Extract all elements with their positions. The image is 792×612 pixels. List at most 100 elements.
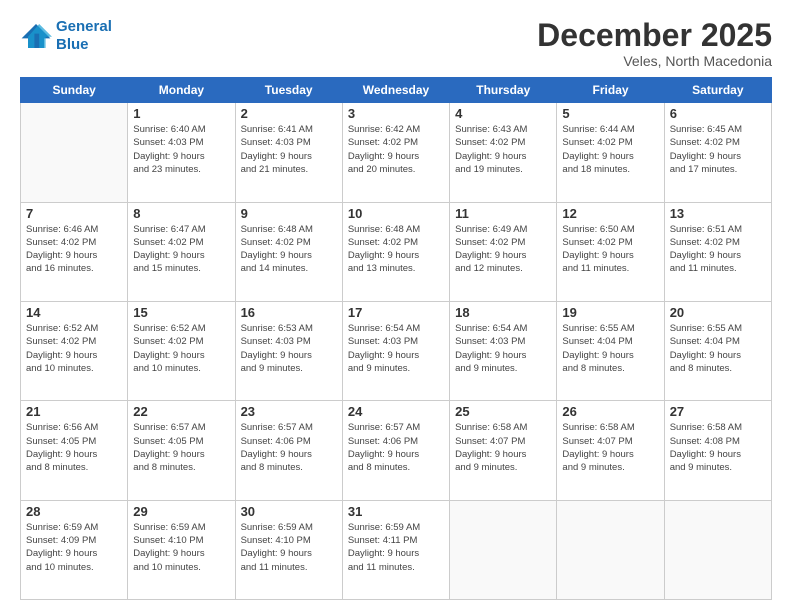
day-info: Sunrise: 6:55 AMSunset: 4:04 PMDaylight:…	[562, 322, 658, 375]
day-number: 21	[26, 404, 122, 419]
day-number: 19	[562, 305, 658, 320]
day-number: 25	[455, 404, 551, 419]
day-number: 31	[348, 504, 444, 519]
calendar-cell: 16Sunrise: 6:53 AMSunset: 4:03 PMDayligh…	[235, 301, 342, 400]
logo-line2: Blue	[56, 36, 89, 53]
day-number: 12	[562, 206, 658, 221]
calendar-day-header: Monday	[128, 78, 235, 103]
day-number: 28	[26, 504, 122, 519]
day-number: 13	[670, 206, 766, 221]
calendar-cell: 15Sunrise: 6:52 AMSunset: 4:02 PMDayligh…	[128, 301, 235, 400]
calendar-cell: 20 Sunrise: 6:55 AMSunset: 4:04 PMDayligh…	[664, 301, 771, 400]
calendar-header-row: SundayMondayTuesdayWednesdayThursdayFrid…	[21, 78, 772, 103]
calendar-cell: 10 Sunrise: 6:48 AMSunset: 4:02 PMDayligh…	[342, 202, 449, 301]
title-block: December 2025 Veles, North Macedonia	[537, 18, 772, 69]
logo-line1: General	[56, 18, 112, 35]
day-info: Sunrise: 6:48 AMSunset: 4:02 PMDaylight:…	[241, 223, 337, 276]
day-number: 23	[241, 404, 337, 419]
calendar-day-header: Thursday	[450, 78, 557, 103]
calendar-cell: 1Sunrise: 6:40 AMSunset: 4:03 PMDaylight…	[128, 103, 235, 202]
day-info: Sunrise: 6:56 AMSunset: 4:05 PMDaylight:…	[26, 421, 122, 474]
day-info: Sunrise: 6:59 AMSunset: 4:10 PMDaylight:…	[133, 521, 229, 574]
day-number: 24	[348, 404, 444, 419]
day-info: Sunrise: 6:44 AMSunset: 4:02 PMDaylight:…	[562, 123, 658, 176]
calendar-cell: 2Sunrise: 6:41 AMSunset: 4:03 PMDaylight…	[235, 103, 342, 202]
day-number: 22	[133, 404, 229, 419]
calendar-day-header: Friday	[557, 78, 664, 103]
day-number: 29	[133, 504, 229, 519]
day-number: 27	[670, 404, 766, 419]
calendar-cell: 7Sunrise: 6:46 AMSunset: 4:02 PMDaylight…	[21, 202, 128, 301]
calendar-cell: 18 Sunrise: 6:54 AMSunset: 4:03 PMDayligh…	[450, 301, 557, 400]
day-info: Sunrise: 6:59 AMSunset: 4:09 PMDaylight:…	[26, 521, 122, 574]
calendar-cell: 27 Sunrise: 6:58 AMSunset: 4:08 PMDayligh…	[664, 401, 771, 500]
calendar-cell: 17 Sunrise: 6:54 AMSunset: 4:03 PMDayligh…	[342, 301, 449, 400]
calendar-cell: 4 Sunrise: 6:43 AMSunset: 4:02 PMDaylight…	[450, 103, 557, 202]
main-title: December 2025	[537, 18, 772, 53]
day-info: Sunrise: 6:54 AMSunset: 4:03 PMDaylight:…	[348, 322, 444, 375]
calendar-table: SundayMondayTuesdayWednesdayThursdayFrid…	[20, 77, 772, 600]
day-info: Sunrise: 6:48 AMSunset: 4:02 PMDaylight:…	[348, 223, 444, 276]
logo-icon	[20, 22, 52, 50]
calendar-cell: 12 Sunrise: 6:50 AMSunset: 4:02 PMDayligh…	[557, 202, 664, 301]
day-info: Sunrise: 6:58 AMSunset: 4:07 PMDaylight:…	[455, 421, 551, 474]
day-number: 6	[670, 106, 766, 121]
page: General Blue December 2025 Veles, North …	[0, 0, 792, 612]
calendar-cell: 28 Sunrise: 6:59 AMSunset: 4:09 PMDayligh…	[21, 500, 128, 599]
calendar-cell: 22 Sunrise: 6:57 AMSunset: 4:05 PMDayligh…	[128, 401, 235, 500]
calendar-cell: 13Sunrise: 6:51 AMSunset: 4:02 PMDayligh…	[664, 202, 771, 301]
day-info: Sunrise: 6:57 AMSunset: 4:06 PMDaylight:…	[241, 421, 337, 474]
calendar-cell	[557, 500, 664, 599]
calendar-cell	[450, 500, 557, 599]
day-number: 15	[133, 305, 229, 320]
day-number: 14	[26, 305, 122, 320]
day-info: Sunrise: 6:50 AMSunset: 4:02 PMDaylight:…	[562, 223, 658, 276]
calendar-cell: 9Sunrise: 6:48 AMSunset: 4:02 PMDaylight…	[235, 202, 342, 301]
calendar-week-row: 7Sunrise: 6:46 AMSunset: 4:02 PMDaylight…	[21, 202, 772, 301]
day-info: Sunrise: 6:55 AMSunset: 4:04 PMDaylight:…	[670, 322, 766, 375]
calendar-cell: 21 Sunrise: 6:56 AMSunset: 4:05 PMDayligh…	[21, 401, 128, 500]
calendar-day-header: Saturday	[664, 78, 771, 103]
calendar-day-header: Wednesday	[342, 78, 449, 103]
day-number: 3	[348, 106, 444, 121]
day-info: Sunrise: 6:49 AMSunset: 4:02 PMDaylight:…	[455, 223, 551, 276]
calendar-week-row: 21 Sunrise: 6:56 AMSunset: 4:05 PMDayligh…	[21, 401, 772, 500]
day-info: Sunrise: 6:54 AMSunset: 4:03 PMDaylight:…	[455, 322, 551, 375]
calendar-cell: 31Sunrise: 6:59 AMSunset: 4:11 PMDayligh…	[342, 500, 449, 599]
calendar-cell: 29 Sunrise: 6:59 AMSunset: 4:10 PMDayligh…	[128, 500, 235, 599]
calendar-cell: 8Sunrise: 6:47 AMSunset: 4:02 PMDaylight…	[128, 202, 235, 301]
day-info: Sunrise: 6:57 AMSunset: 4:06 PMDaylight:…	[348, 421, 444, 474]
day-info: Sunrise: 6:58 AMSunset: 4:07 PMDaylight:…	[562, 421, 658, 474]
day-info: Sunrise: 6:42 AMSunset: 4:02 PMDaylight:…	[348, 123, 444, 176]
day-info: Sunrise: 6:40 AMSunset: 4:03 PMDaylight:…	[133, 123, 229, 176]
calendar-week-row: 28 Sunrise: 6:59 AMSunset: 4:09 PMDayligh…	[21, 500, 772, 599]
calendar-cell: 26 Sunrise: 6:58 AMSunset: 4:07 PMDayligh…	[557, 401, 664, 500]
calendar-cell: 14Sunrise: 6:52 AMSunset: 4:02 PMDayligh…	[21, 301, 128, 400]
calendar-cell: 24 Sunrise: 6:57 AMSunset: 4:06 PMDayligh…	[342, 401, 449, 500]
day-number: 11	[455, 206, 551, 221]
day-number: 8	[133, 206, 229, 221]
day-info: Sunrise: 6:57 AMSunset: 4:05 PMDaylight:…	[133, 421, 229, 474]
calendar-cell	[664, 500, 771, 599]
day-info: Sunrise: 6:45 AMSunset: 4:02 PMDaylight:…	[670, 123, 766, 176]
day-number: 26	[562, 404, 658, 419]
day-number: 20	[670, 305, 766, 320]
day-number: 10	[348, 206, 444, 221]
calendar-cell: 3 Sunrise: 6:42 AMSunset: 4:02 PMDaylight…	[342, 103, 449, 202]
day-number: 30	[241, 504, 337, 519]
day-number: 2	[241, 106, 337, 121]
day-number: 4	[455, 106, 551, 121]
day-number: 17	[348, 305, 444, 320]
day-number: 7	[26, 206, 122, 221]
header: General Blue December 2025 Veles, North …	[20, 18, 772, 69]
calendar-week-row: 14Sunrise: 6:52 AMSunset: 4:02 PMDayligh…	[21, 301, 772, 400]
day-number: 16	[241, 305, 337, 320]
calendar-cell: 5Sunrise: 6:44 AMSunset: 4:02 PMDaylight…	[557, 103, 664, 202]
calendar-day-header: Tuesday	[235, 78, 342, 103]
logo-text: General Blue	[56, 18, 112, 54]
day-number: 18	[455, 305, 551, 320]
calendar-week-row: 1Sunrise: 6:40 AMSunset: 4:03 PMDaylight…	[21, 103, 772, 202]
day-info: Sunrise: 6:58 AMSunset: 4:08 PMDaylight:…	[670, 421, 766, 474]
day-info: Sunrise: 6:43 AMSunset: 4:02 PMDaylight:…	[455, 123, 551, 176]
calendar-cell: 23 Sunrise: 6:57 AMSunset: 4:06 PMDayligh…	[235, 401, 342, 500]
